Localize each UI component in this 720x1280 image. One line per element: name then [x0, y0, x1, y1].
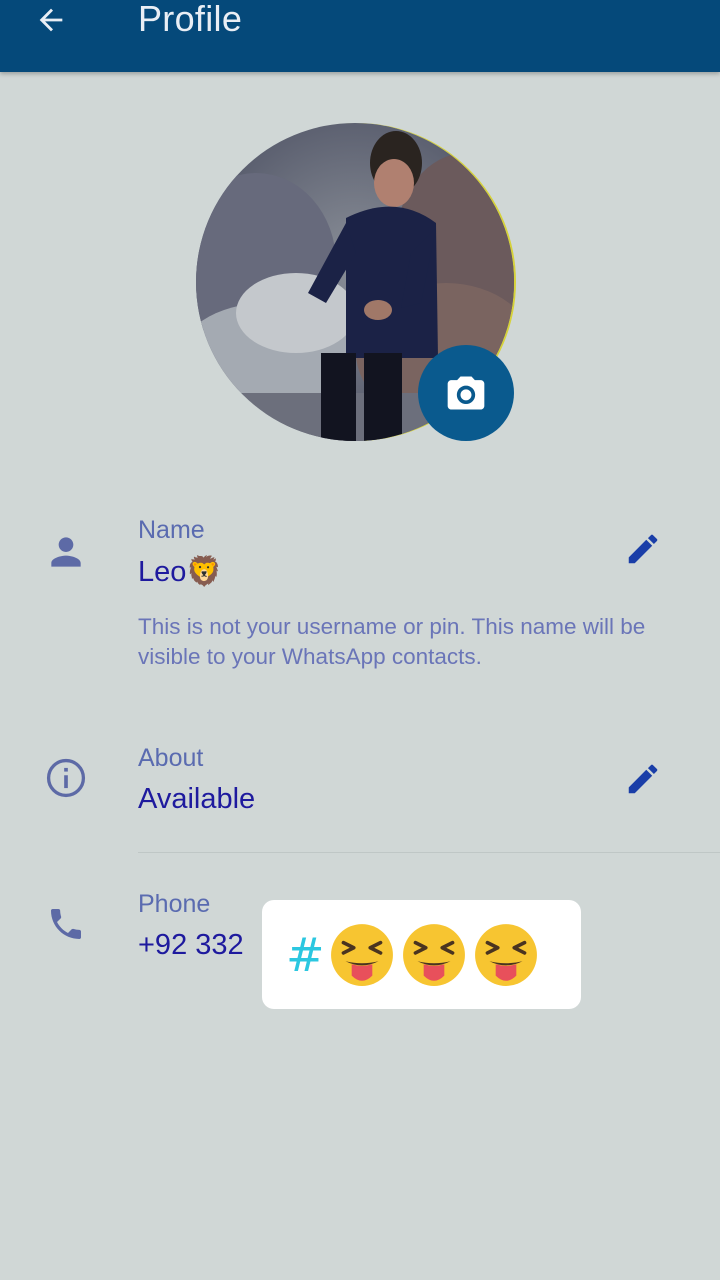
phone-icon	[44, 902, 88, 946]
divider	[138, 852, 720, 853]
about-value: Available	[138, 783, 256, 815]
arrow-left-icon	[39, 8, 63, 32]
info-icon	[44, 756, 88, 800]
about-label: About	[138, 744, 204, 772]
name-hint: This is not your username or pin. This n…	[138, 614, 646, 669]
edit-about-button[interactable]	[620, 756, 666, 802]
about-row[interactable]: About Available	[0, 740, 720, 830]
hashtag-symbol: #	[286, 927, 325, 982]
phone-value: +92 332	[138, 929, 244, 961]
squinting-tongue-face-icon	[474, 923, 537, 986]
phone-label: Phone	[138, 890, 211, 918]
squinting-tongue-face-icon	[402, 923, 465, 986]
name-row[interactable]: Name Leo🦁 This is not your username or p…	[0, 510, 720, 680]
camera-icon	[447, 376, 485, 410]
emoji-sticker-overlay: #	[262, 900, 581, 1009]
person-icon	[44, 530, 88, 574]
squinting-tongue-face-icon	[330, 923, 393, 986]
app-bar: Profile	[0, 0, 720, 72]
camera-button[interactable]	[418, 345, 514, 441]
back-button[interactable]	[26, 0, 76, 40]
pencil-icon	[628, 534, 658, 564]
edit-name-button[interactable]	[620, 526, 666, 572]
name-label: Name	[138, 516, 205, 544]
page-title: Profile	[138, 0, 243, 39]
name-value: Leo🦁	[138, 556, 223, 588]
pencil-icon	[628, 764, 658, 794]
profile-photo[interactable]	[196, 123, 514, 441]
